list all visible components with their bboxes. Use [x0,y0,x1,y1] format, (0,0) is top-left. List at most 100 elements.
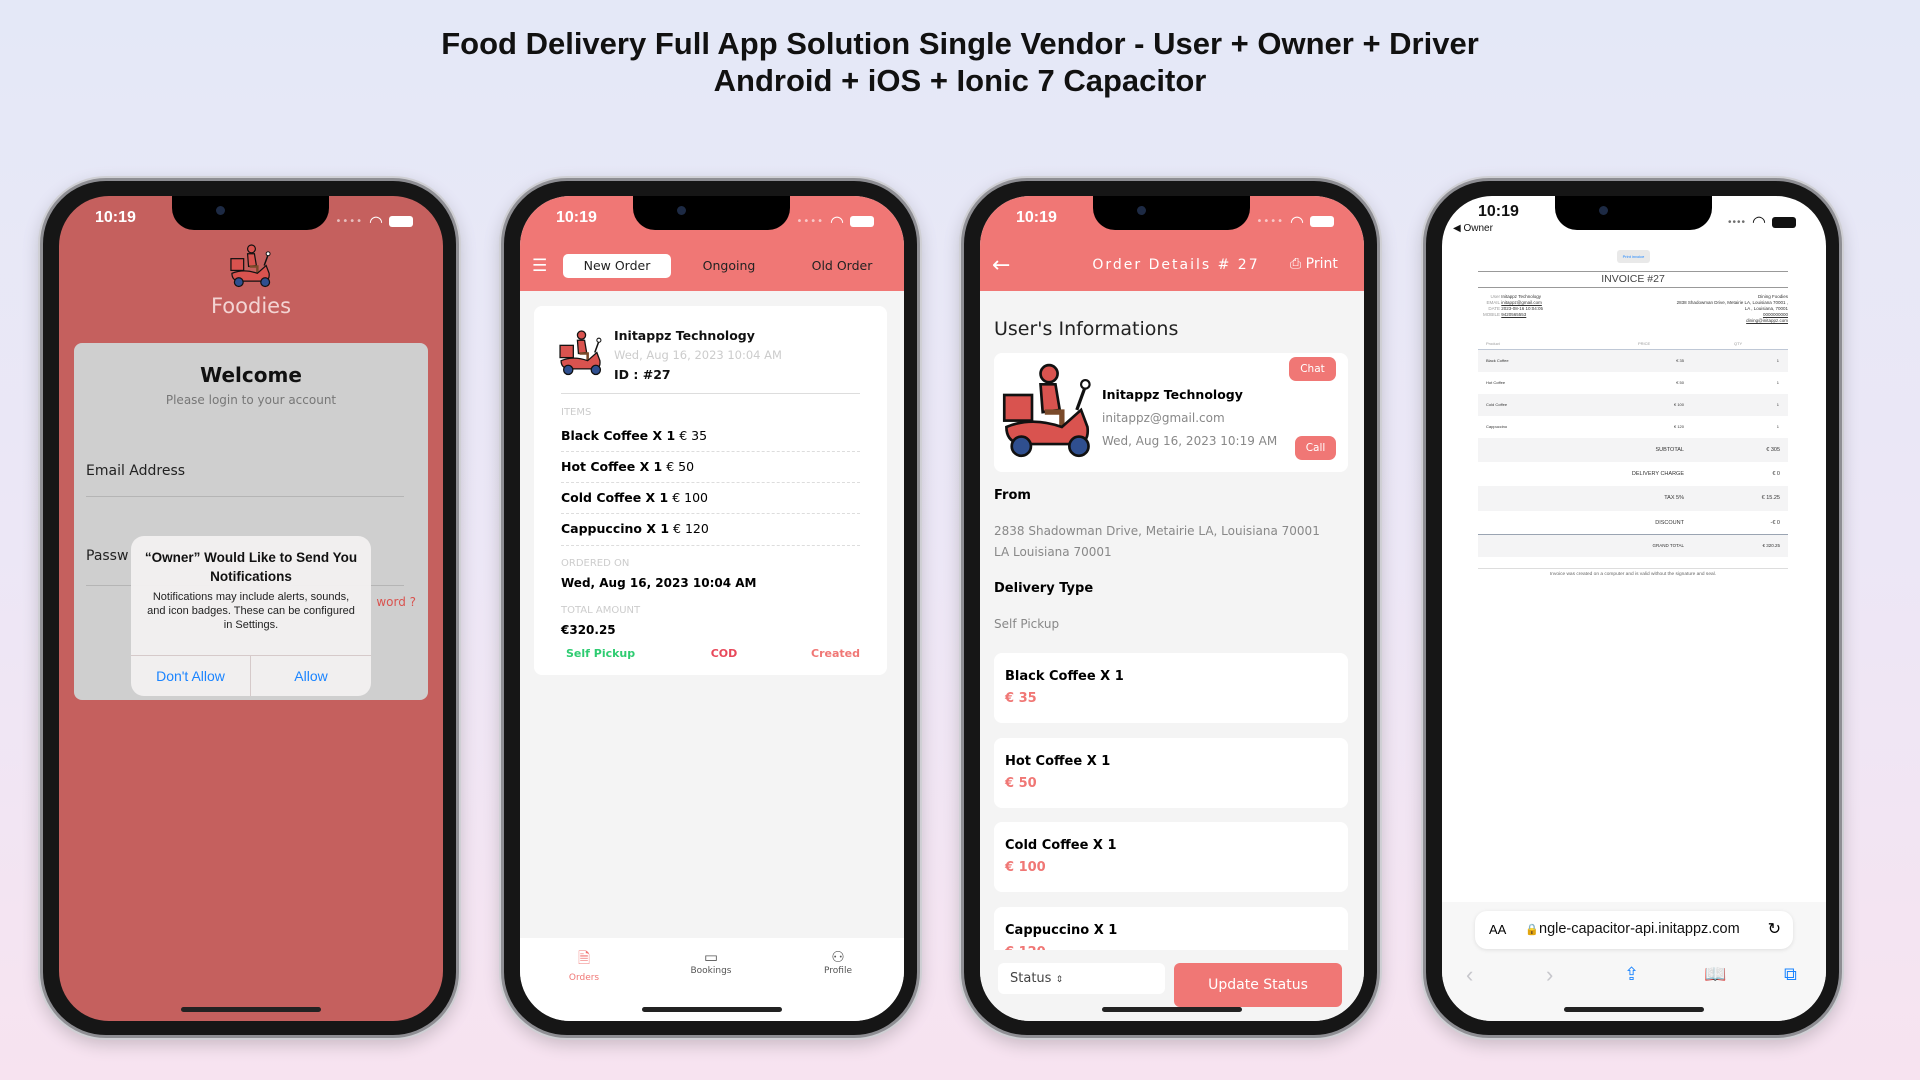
item-price: € 50 [1005,776,1037,791]
delivery-type-value: Self Pickup [994,617,1060,631]
tab-bookings[interactable]: ▭ Bookings [671,948,751,976]
invoice-table-body: Black Coffee € 35 1 Hot Coffee € 50 1 Cold C… [1478,350,1788,557]
item-card: Cold Coffee X 1 € 100 [994,822,1348,892]
forgot-password-link[interactable]: word ? [376,595,416,609]
status-time: 10:19 [95,209,136,226]
login-screen: 10:19 •••• ◠ Foodies Welcome Please login… [59,196,443,1021]
forward-icon[interactable]: › [1546,962,1553,988]
delivery-scooter-icon [558,330,603,376]
invoice-summary-row: DISCOUNT -€ 0 [1478,511,1788,535]
calendar-icon: ▭ [703,948,719,966]
print-button[interactable]: ⎙ Print [1290,256,1338,272]
tab-new-order[interactable]: New Order [563,254,671,278]
update-status-button[interactable]: Update Status [1174,963,1342,1007]
text-size-button[interactable]: AA [1489,922,1506,937]
wifi-icon: ◠ [1752,214,1766,231]
total-label: TOTAL AMOUNT [561,605,641,616]
app-logo-icon [229,244,272,288]
status-icons: •••• ◠ [796,212,874,231]
notch [1555,196,1712,230]
allow-button[interactable]: Allow [251,656,371,696]
share-icon[interactable]: ⇪ [1624,964,1639,985]
order-item: Cappuccino X 1 € 120 [561,521,860,546]
chat-button[interactable]: Chat [1289,357,1336,381]
url-text: ngle-capacitor-api.initappz.com [1539,921,1740,937]
welcome-heading: Welcome [200,363,302,387]
from-label: From [994,488,1031,503]
home-indicator [642,1007,782,1012]
notification-alert: “Owner” Would Like to Send You Notificat… [131,536,371,696]
tab-old-order[interactable]: Old Order [790,254,894,278]
back-to-owner-link[interactable]: ◀ Owner [1453,223,1493,234]
phone-login: 10:19 •••• ◠ Foodies Welcome Please login… [40,178,459,1038]
status-icons: •••• ◠ [335,212,413,231]
tab-orders[interactable]: 🗎 Orders [544,948,624,983]
status-badge: Created [811,647,860,660]
items-label: ITEMS [561,407,592,418]
invoice-title: INVOICE #27 [1478,271,1788,288]
item-name: Cappuccino X 1 [561,521,670,536]
delivery-scooter-icon [1000,363,1096,459]
status-select[interactable]: Status ⇕ [998,963,1165,994]
tabs-icon[interactable]: ⧉ [1784,964,1797,985]
order-item: Hot Coffee X 1 € 50 [561,459,860,483]
tab-label: Bookings [690,966,732,976]
item-name: Black Coffee X 1 [561,428,676,443]
orders-screen: 10:19 •••• ◠ ☰ New Order Ongoing Old Orde… [520,196,904,1021]
tab-profile[interactable]: ⚇ Profile [798,948,878,976]
wifi-icon: ◠ [1290,212,1304,231]
invoice-row: Cold Coffee € 100 1 [1478,394,1788,416]
order-item: Black Coffee X 1 € 35 [561,428,860,452]
email-field[interactable]: Email Address [86,463,404,497]
menu-icon[interactable]: ☰ [532,256,547,276]
call-button[interactable]: Call [1295,436,1336,460]
order-date: Wed, Aug 16, 2023 10:04 AM [614,348,782,362]
item-name: Cold Coffee X 1 [561,490,669,505]
password-label: Passw [86,548,129,564]
print-invoice-button[interactable]: Print invoice [1617,250,1650,263]
invoice-grand-total-row: GRAND TOTAL € 320.25 [1478,535,1788,557]
address-line-2: LA Louisiana 70001 [994,545,1112,559]
item-name: Hot Coffee X 1 [561,459,663,474]
app-name: Foodies [210,294,292,318]
bookmarks-icon[interactable]: 📖 [1704,964,1726,985]
invoice-row: Hot Coffee € 50 1 [1486,380,1779,385]
item-price: € 35 [679,428,708,443]
item-price: € 120 [673,521,709,536]
tab-label: Profile [824,966,852,976]
tab-label: Orders [568,973,600,983]
user-email: initappz@gmail.com [1102,411,1225,425]
details-screen: 10:19 •••• ◠ ← Order Details # 27 ⎙ Print… [980,196,1364,1021]
delivery-type-label: Delivery Type [994,581,1094,596]
ordered-on-label: ORDERED ON [561,558,630,569]
login-subtitle: Please login to your account [165,393,337,407]
reload-icon[interactable]: ↻ [1768,919,1781,939]
phone-order-details: 10:19 •••• ◠ ← Order Details # 27 ⎙ Print… [961,178,1380,1038]
alert-title: “Owner” Would Like to Send You Notificat… [144,550,358,584]
tab-ongoing[interactable]: Ongoing [679,254,779,278]
delivery-type-badge: Self Pickup [566,647,636,660]
invoice-summary-row: SUBTOTAL € 305 [1478,438,1788,462]
orders-icon: 🗎 [577,949,591,967]
order-card[interactable]: Initappz Technology Wed, Aug 16, 2023 10… [534,306,887,675]
back-icon[interactable]: ‹ [1466,962,1473,988]
status-time: 10:19 [1478,203,1519,220]
user-card: Initappz Technology initappz@gmail.com W… [994,353,1348,472]
alert-body: Notifications may include alerts, sounds… [147,591,355,631]
invoice-customer-meta: User Initappz Technology EMAIL initappz@… [1482,294,1544,317]
user-name: Initappz Technology [1102,387,1243,402]
item-price: € 35 [1005,691,1037,706]
invoice-table-header: Product PRICE QTY [1478,341,1788,350]
status-time: 10:19 [556,209,597,226]
status-icons: •••• ◠ [1256,212,1334,231]
lock-icon: 🔒 [1525,924,1539,936]
notch [1093,196,1250,230]
address-bar[interactable]: AA 🔒 ngle-capacitor-api.initappz.com ↻ [1475,911,1793,949]
item-price: € 50 [666,459,695,474]
dont-allow-button[interactable]: Don't Allow [131,656,251,696]
item-card: Black Coffee X 1 € 35 [994,653,1348,723]
home-indicator [1564,1007,1704,1012]
back-arrow-icon[interactable]: ← [992,253,1010,278]
person-icon: ⚇ [831,948,845,966]
chevron-updown-icon: ⇕ [1055,975,1064,985]
